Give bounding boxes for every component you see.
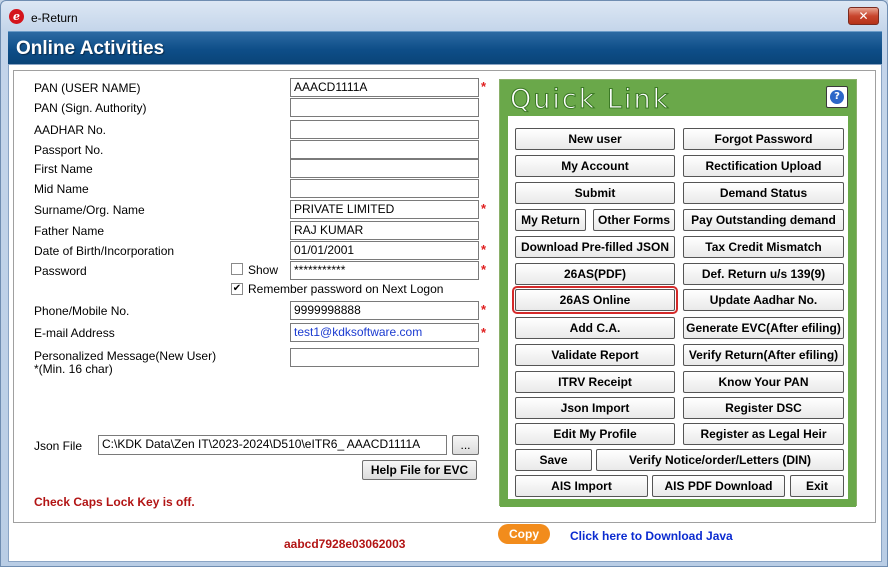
download-prefilled-button[interactable]: Download Pre-filled JSON [515, 236, 675, 258]
ais-pdf-download-button[interactable]: AIS PDF Download [652, 475, 785, 497]
remember-password-checkbox[interactable]: ✔ [231, 283, 243, 295]
json-file-label: Json File [34, 439, 83, 453]
content-area: PAN (USER NAME) AAACD1111A * PAN (Sign. … [8, 64, 882, 562]
passport-label: Passport No. [34, 143, 104, 157]
first-name-label: First Name [34, 162, 93, 176]
passport-input[interactable] [290, 140, 479, 159]
app-window: e e-Return ✕ Online Activities PAN (USER… [0, 0, 888, 567]
surname-label: Surname/Org. Name [34, 203, 145, 217]
password-label: Password [34, 264, 87, 278]
forgot-password-button[interactable]: Forgot Password [683, 128, 844, 150]
aadhar-label: AADHAR No. [34, 123, 107, 137]
copy-button[interactable]: Copy [498, 524, 550, 544]
download-java-link[interactable]: Click here to Download Java [570, 529, 733, 543]
edit-profile-button[interactable]: Edit My Profile [515, 423, 675, 445]
my-return-button[interactable]: My Return [515, 209, 586, 231]
mid-name-input[interactable] [290, 179, 479, 198]
pan-required-mark: * [481, 79, 487, 94]
dob-required-mark: * [481, 242, 487, 257]
register-dsc-button[interactable]: Register DSC [683, 397, 844, 419]
phone-required-mark: * [481, 302, 487, 317]
message-label-line2: *(Min. 16 char) [34, 362, 113, 376]
submit-button[interactable]: Submit [515, 182, 675, 204]
quick-link-border-left [500, 116, 508, 505]
surname-input[interactable]: PRIVATE LIMITED [290, 200, 479, 219]
aadhar-input[interactable] [290, 120, 479, 139]
dob-label: Date of Birth/Incorporation [34, 244, 175, 258]
save-button[interactable]: Save [515, 449, 592, 471]
show-password-checkbox[interactable] [231, 263, 243, 275]
quick-link-header: Quick Link ? [500, 80, 856, 116]
pan-label: PAN (USER NAME) [34, 81, 141, 95]
father-name-input[interactable]: RAJ KUMAR [290, 221, 479, 240]
password-required-mark: * [481, 262, 487, 277]
json-import-button[interactable]: Json Import [515, 397, 675, 419]
26as-pdf-button[interactable]: 26AS(PDF) [515, 263, 675, 285]
father-name-label: Father Name [34, 224, 105, 238]
title-bar: e e-Return ✕ [1, 1, 887, 31]
header-band: Online Activities [8, 31, 882, 64]
update-aadhar-button[interactable]: Update Aadhar No. [683, 289, 844, 311]
demand-status-button[interactable]: Demand Status [683, 182, 844, 204]
serial-code: aabcd7928e03062003 [284, 537, 406, 551]
pan-input[interactable]: AAACD1111A [290, 78, 479, 97]
26as-online-button[interactable]: 26AS Online [512, 286, 678, 314]
register-legal-heir-button[interactable]: Register as Legal Heir [683, 423, 844, 445]
remember-password-label: Remember password on Next Logon [248, 282, 444, 296]
phone-label: Phone/Mobile No. [34, 304, 130, 318]
form-panel: PAN (USER NAME) AAACD1111A * PAN (Sign. … [13, 70, 876, 551]
my-account-button[interactable]: My Account [515, 155, 675, 177]
message-input[interactable] [290, 348, 479, 367]
pan-sign-label: PAN (Sign. Authority) [34, 101, 147, 115]
email-required-mark: * [481, 325, 487, 340]
dob-input[interactable]: 01/01/2001 [290, 241, 479, 260]
surname-required-mark: * [481, 201, 487, 216]
message-label-line1: Personalized Message(New User) [34, 349, 217, 363]
json-file-input[interactable]: C:\KDK Data\Zen IT\2023-2024\D510\eITR6_… [98, 435, 447, 455]
tax-credit-mismatch-button[interactable]: Tax Credit Mismatch [683, 236, 844, 258]
phone-input[interactable]: 9999998888 [290, 301, 479, 320]
close-button[interactable]: ✕ [848, 7, 879, 25]
other-forms-button[interactable]: Other Forms [593, 209, 675, 231]
caps-lock-warning: Check Caps Lock Key is off. [34, 495, 195, 509]
pay-outstanding-button[interactable]: Pay Outstanding demand [683, 209, 844, 231]
quick-link-border-bottom [500, 499, 856, 507]
rectification-upload-button[interactable]: Rectification Upload [683, 155, 844, 177]
first-name-input[interactable] [290, 159, 479, 178]
know-pan-button[interactable]: Know Your PAN [683, 371, 844, 393]
mid-name-label: Mid Name [34, 182, 89, 196]
page-title: Online Activities [16, 38, 165, 59]
password-input[interactable]: *********** [290, 261, 479, 280]
help-icon: ? [830, 90, 844, 104]
email-label: E-mail Address [34, 326, 115, 340]
quick-link-panel: Quick Link ? New user Forgot Password My… [499, 79, 857, 507]
verify-return-button[interactable]: Verify Return(After efiling) [683, 344, 844, 366]
app-logo-icon: e [9, 9, 24, 24]
add-ca-button[interactable]: Add C.A. [515, 317, 675, 339]
show-password-label: Show [248, 263, 279, 277]
ais-import-button[interactable]: AIS Import [515, 475, 648, 497]
help-evc-button[interactable]: Help File for EVC [362, 460, 477, 480]
help-button[interactable]: ? [826, 86, 848, 108]
quick-link-border-right [848, 116, 856, 505]
email-input[interactable]: test1@kdksoftware.com [290, 323, 479, 342]
quick-link-title: Quick Link [509, 84, 671, 116]
def-return-button[interactable]: Def. Return u/s 139(9) [683, 263, 844, 285]
new-user-button[interactable]: New user [515, 128, 675, 150]
itrv-receipt-button[interactable]: ITRV Receipt [515, 371, 675, 393]
browse-button[interactable]: ... [452, 435, 479, 455]
validate-report-button[interactable]: Validate Report [515, 344, 675, 366]
verify-notice-button[interactable]: Verify Notice/order/Letters (DIN) [596, 449, 844, 471]
exit-button[interactable]: Exit [790, 475, 844, 497]
window-title: e-Return [31, 11, 78, 25]
pan-sign-input[interactable] [290, 98, 479, 117]
generate-evc-button[interactable]: Generate EVC(After efiling) [683, 317, 844, 339]
